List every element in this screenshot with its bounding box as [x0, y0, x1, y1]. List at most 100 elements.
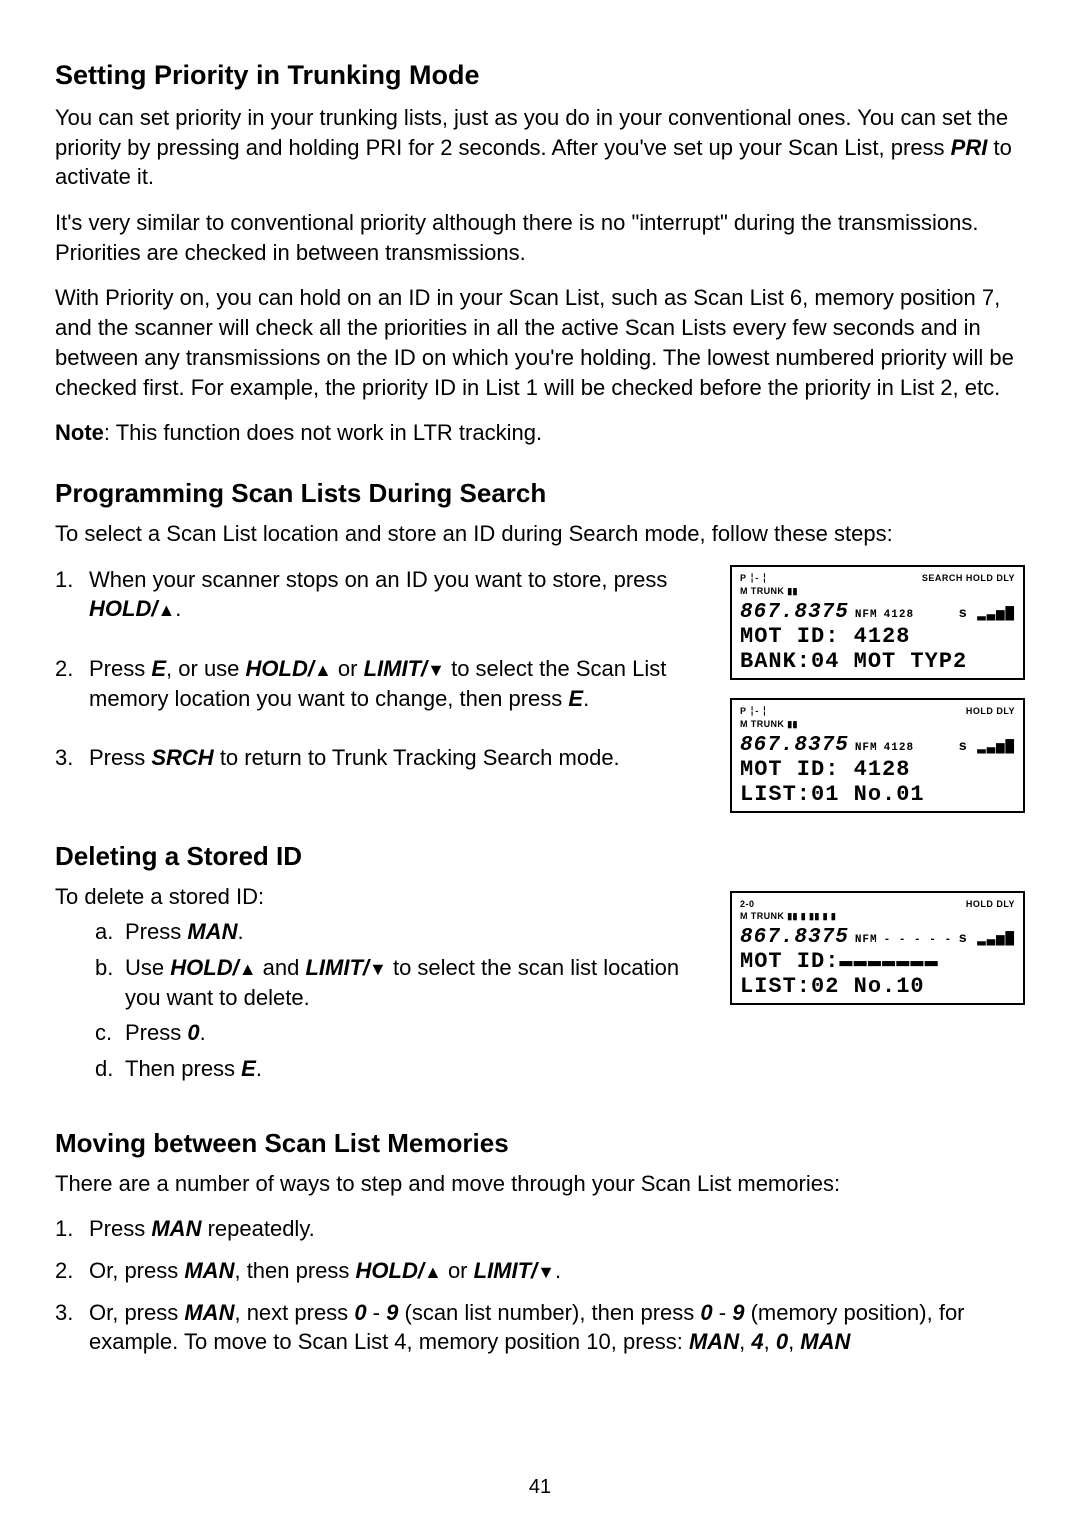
paragraph: To delete a stored ID:: [55, 882, 700, 912]
paragraph: To select a Scan List location and store…: [55, 519, 1025, 549]
text: .: [200, 1020, 206, 1045]
lcd-mode: NFM: [855, 609, 878, 621]
paragraph: There are a number of ways to step and m…: [55, 1169, 1025, 1199]
lcd-indicator: SEARCH HOLD DLY: [922, 573, 1015, 584]
move-step-1: Press MAN repeatedly.: [55, 1214, 1025, 1244]
up-triangle-icon: ▲: [424, 1262, 442, 1282]
lcd-frequency: 867.8375: [740, 601, 849, 624]
down-triangle-icon: ▼: [427, 660, 445, 680]
text: .: [175, 596, 181, 621]
substep-c: Press 0.: [95, 1018, 700, 1048]
text: Or, press: [89, 1258, 184, 1283]
up-triangle-icon: ▲: [157, 600, 175, 620]
lcd-frequency: 867.8375: [740, 926, 849, 949]
move-step-3: Or, press MAN, next press 0 - 9 (scan li…: [55, 1298, 1025, 1357]
signal-icon: s ▂▃▅▇: [958, 605, 1015, 622]
text: Press: [89, 745, 151, 770]
text: repeatedly.: [201, 1216, 314, 1241]
heading-setting-priority: Setting Priority in Trunking Mode: [55, 60, 1025, 91]
key-4: 4: [751, 1329, 763, 1354]
text: .: [237, 919, 243, 944]
key-0: 0: [354, 1300, 366, 1325]
substep-b: Use HOLD/▲ and LIMIT/▼ to select the sca…: [95, 953, 700, 1012]
text: , then press: [234, 1258, 355, 1283]
text: or: [442, 1258, 474, 1283]
lcd-indicator: M TRUNK ▮▮ ▮ ▮▮ ▮ ▮: [740, 911, 1015, 922]
text: -: [713, 1300, 733, 1325]
up-triangle-icon: ▲: [239, 959, 257, 979]
key-9: 9: [386, 1300, 398, 1325]
paragraph: You can set priority in your trunking li…: [55, 103, 1025, 192]
text: When your scanner stops on an ID you wan…: [89, 567, 667, 592]
key-hold: HOLD/▲: [356, 1258, 442, 1283]
lcd-line: MOT ID: 4128: [740, 757, 1015, 782]
lcd-line: BANK:04 MOT TYP2: [740, 649, 1015, 674]
step-2: Press E, or use HOLD/▲ or LIMIT/▼ to sel…: [55, 654, 700, 713]
text: .: [256, 1056, 262, 1081]
text: .: [583, 686, 589, 711]
text: -: [367, 1300, 387, 1325]
key-limit: LIMIT/▼: [364, 656, 445, 681]
lcd-indicator: M TRUNK ▮▮: [740, 586, 1015, 597]
text: Press: [89, 1216, 151, 1241]
substep-a: Press MAN.: [95, 917, 700, 947]
delete-row: Deleting a Stored ID To delete a stored …: [55, 831, 1025, 1098]
key-hold: HOLD/▲: [170, 955, 256, 980]
key-e: E: [151, 656, 166, 681]
text: ,: [764, 1329, 776, 1354]
lcd-mode: NFM: [855, 742, 878, 754]
lcd-column: P ╎- ╎ SEARCH HOLD DLY M TRUNK ▮▮ 867.837…: [730, 565, 1025, 831]
text: , next press: [234, 1300, 354, 1325]
sub-list: Press MAN. Use HOLD/▲ and LIMIT/▼ to sel…: [55, 917, 700, 1083]
text: , or use: [166, 656, 245, 681]
text: ,: [739, 1329, 751, 1354]
key-0: 0: [776, 1329, 788, 1354]
key-e: E: [568, 686, 583, 711]
key-pri: PRI: [951, 135, 988, 160]
down-triangle-icon: ▼: [537, 1262, 555, 1282]
down-triangle-icon: ▼: [369, 959, 387, 979]
note-text: : This function does not work in LTR tra…: [104, 420, 542, 445]
lcd-indicator: HOLD DLY: [966, 899, 1015, 909]
key-e: E: [241, 1056, 256, 1081]
key-srch: SRCH: [151, 745, 213, 770]
key-man: MAN: [184, 1258, 234, 1283]
key-hold: HOLD/▲: [246, 656, 332, 681]
step-1: When your scanner stops on an ID you wan…: [55, 565, 700, 624]
lcd-line: MOT ID: 4128: [740, 624, 1015, 649]
step-3: Press SRCH to return to Trunk Tracking S…: [55, 743, 700, 773]
substep-d: Then press E.: [95, 1054, 700, 1084]
lcd-indicator: P ╎- ╎: [740, 706, 768, 717]
lcd-mode: NFM: [855, 934, 878, 946]
text: You can set priority in your trunking li…: [55, 105, 1008, 160]
text: Press: [89, 656, 151, 681]
heading-deleting-id: Deleting a Stored ID: [55, 841, 700, 872]
note-label: Note: [55, 420, 104, 445]
up-triangle-icon: ▲: [314, 660, 332, 680]
text: (scan list number), then press: [398, 1300, 700, 1325]
lcd-indicator: 2-0: [740, 899, 755, 909]
lcd-line: MOT ID:▬▬▬▬▬▬▬: [740, 949, 1015, 974]
lcd-indicator: M TRUNK ▮▮: [740, 719, 1015, 730]
text: ,: [788, 1329, 800, 1354]
lcd-column: 2-0 HOLD DLY M TRUNK ▮▮ ▮ ▮▮ ▮ ▮ 867.8375…: [730, 831, 1025, 1023]
lcd-display-2: P ╎- ╎ HOLD DLY M TRUNK ▮▮ 867.8375 NFM 412…: [730, 698, 1025, 813]
key-man: MAN: [184, 1300, 234, 1325]
text: Or, press: [89, 1300, 184, 1325]
text: Then press: [125, 1056, 241, 1081]
lcd-channel: 4128: [884, 742, 914, 754]
key-man: MAN: [800, 1329, 850, 1354]
key-9: 9: [732, 1300, 744, 1325]
lcd-frequency: 867.8375: [740, 734, 849, 757]
text: and: [257, 955, 306, 980]
text: Press: [125, 919, 187, 944]
signal-icon: s ▂▃▅▇: [958, 930, 1015, 947]
lcd-indicator: HOLD DLY: [966, 706, 1015, 717]
heading-moving-memories: Moving between Scan List Memories: [55, 1128, 1025, 1159]
document-page: Setting Priority in Trunking Mode You ca…: [0, 0, 1080, 1529]
text: Use: [125, 955, 170, 980]
lcd-line: LIST:02 No.10: [740, 974, 1015, 999]
step-row: When your scanner stops on an ID you wan…: [55, 565, 1025, 831]
key-man: MAN: [151, 1216, 201, 1241]
key-limit: LIMIT/▼: [474, 1258, 555, 1283]
